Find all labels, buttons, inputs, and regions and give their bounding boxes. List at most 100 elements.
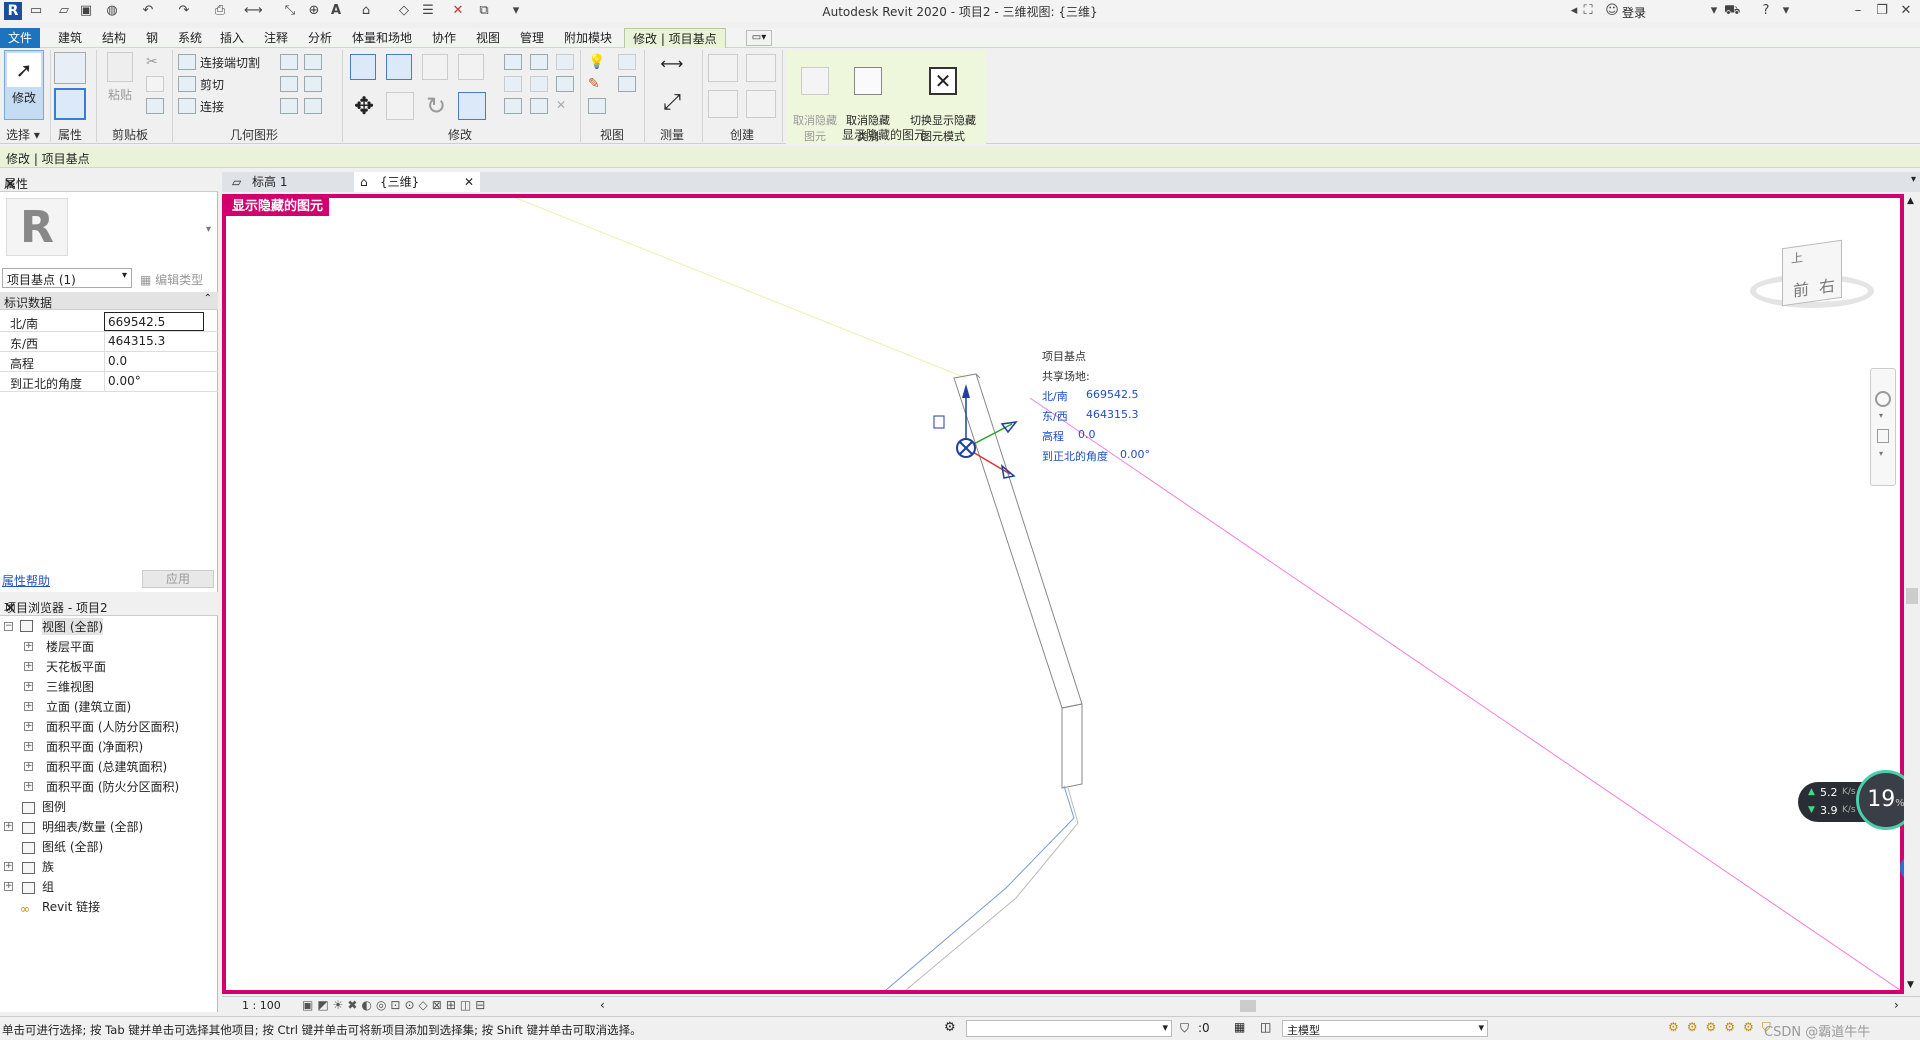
aligned-dimension-icon[interactable]: ⤢ — [652, 88, 692, 118]
tree-expand-icon[interactable]: + — [4, 882, 13, 891]
tab-list-dropdown-icon[interactable]: ▾ — [1911, 174, 1916, 185]
zoom-dropdown-icon[interactable]: ▾ — [1879, 449, 1883, 458]
tree-item-groups[interactable]: 组 — [42, 878, 54, 895]
tab-3d-view[interactable]: ⌂ {三维} ✕ — [354, 172, 480, 192]
array-icon[interactable] — [504, 76, 522, 92]
rotate-icon[interactable]: ↻ — [422, 92, 450, 120]
tree-item-views[interactable]: 视图 (全部) — [42, 618, 104, 635]
drawing-canvas[interactable]: 显示隐藏的图元 项目基点 共享场地: 北/南 669542.5 东/西 4643… — [222, 194, 1920, 994]
move-icon[interactable]: ✥ — [350, 92, 378, 120]
scale-selector[interactable]: 1 : 100 — [242, 999, 281, 1012]
thin-lines-view-icon[interactable] — [618, 76, 636, 92]
split-element-icon[interactable] — [504, 54, 522, 70]
hscroll-right-icon[interactable]: › — [1894, 998, 1899, 1012]
close-window-icon[interactable]: ✕ — [1898, 3, 1914, 19]
restore-icon[interactable]: ❐ — [1874, 3, 1890, 19]
selection-box-icon[interactable] — [588, 98, 606, 114]
cope-icon[interactable] — [178, 54, 196, 70]
tab-annotate[interactable]: 注释 — [256, 28, 296, 48]
tree-collapse-icon[interactable]: − — [4, 622, 13, 631]
join-label[interactable]: 连接 — [200, 98, 224, 115]
login-dropdown-icon[interactable]: ▾ — [1706, 3, 1722, 19]
mirror-draw-icon[interactable] — [458, 54, 484, 80]
annotation-angle-value[interactable]: 0.00° — [1120, 448, 1150, 461]
tree-item-legends[interactable]: 图例 — [42, 798, 66, 815]
tree-expand-icon[interactable]: + — [24, 722, 33, 731]
tree-item-area-fire[interactable]: 面积平面 (防火分区面积) — [46, 778, 179, 795]
tab-modify-project-base-point[interactable]: 修改 | 项目基点 — [624, 28, 726, 48]
pin-icon[interactable] — [556, 76, 574, 92]
tree-item-floor-plans[interactable]: 楼层平面 — [46, 638, 94, 655]
tree-expand-icon[interactable]: + — [4, 822, 13, 831]
tab-level-1[interactable]: ▱ 标高 1 — [226, 172, 352, 192]
trim-extend-icon[interactable] — [458, 92, 486, 120]
viewcube-front[interactable]: 前 — [1793, 275, 1809, 301]
annotation-ns-value[interactable]: 669542.5 — [1086, 388, 1139, 401]
tree-expand-icon[interactable]: + — [24, 762, 33, 771]
properties-help-link[interactable]: 属性帮助 — [2, 572, 50, 589]
connect-cut-label[interactable]: 连接端切割 — [200, 54, 260, 71]
annotation-elev-value[interactable]: 0.0 — [1078, 428, 1096, 441]
create-similar-icon[interactable] — [746, 90, 776, 118]
wheel-dropdown-icon[interactable]: ▾ — [1879, 411, 1883, 420]
selection-option-icons[interactable]: ⚙⚙⚙⚙⚙⛉ — [1668, 1020, 1779, 1035]
scroll-up-icon[interactable]: ▲ — [1907, 196, 1914, 206]
tab-collaborate[interactable]: 协作 — [424, 28, 464, 48]
scale-icon[interactable] — [530, 76, 548, 92]
copy-element-icon[interactable] — [386, 92, 414, 120]
filter-icon[interactable]: ⛉ — [1180, 1021, 1189, 1036]
design-options-icon[interactable]: ◫ — [1260, 1020, 1271, 1034]
paste-button[interactable]: 粘贴 — [104, 52, 136, 116]
linework-icon[interactable]: ✎ — [588, 76, 606, 92]
tab-analyze[interactable]: 分析 — [300, 28, 340, 48]
help-dropdown-icon[interactable]: ▾ — [1778, 3, 1794, 19]
create-parts-icon[interactable] — [746, 54, 776, 82]
steering-wheel-icon[interactable] — [1875, 391, 1891, 407]
tree-item-ceiling-plans[interactable]: 天花板平面 — [46, 658, 106, 675]
tree-expand-icon[interactable]: + — [24, 642, 33, 651]
ribbon-minimize-toggle[interactable]: ▭▾ — [746, 30, 772, 46]
close-tab-icon[interactable]: ✕ — [464, 172, 474, 192]
workset-dropdown[interactable]: ▾ — [966, 1020, 1172, 1037]
measure-between-icon[interactable]: ⟷ — [652, 56, 692, 72]
mirror-axis-icon[interactable] — [422, 54, 448, 80]
tree-expand-icon[interactable]: + — [24, 682, 33, 691]
login-link[interactable]: 登录 — [1622, 4, 1646, 21]
north-south-field[interactable]: 669542.5 — [104, 312, 204, 331]
tree-expand-icon[interactable]: + — [24, 662, 33, 671]
tab-architecture[interactable]: 建筑 — [50, 28, 90, 48]
section-header[interactable]: 标识数据 ⌃ — [0, 292, 218, 310]
vertical-scrollbar[interactable]: ▲ ▼ — [1904, 194, 1920, 994]
design-option-dropdown[interactable]: 主模型 ▾ — [1282, 1020, 1488, 1037]
binoculars-icon[interactable]: ⛶ — [1580, 3, 1596, 19]
properties-toggle-icon[interactable] — [54, 88, 86, 120]
tree-expand-icon[interactable]: + — [24, 782, 33, 791]
split-face-icon[interactable] — [304, 54, 322, 70]
scroll-thumb[interactable] — [1906, 588, 1918, 604]
viewcube-right[interactable]: 右 — [1819, 272, 1835, 298]
tree-item-families[interactable]: 族 — [42, 858, 54, 875]
tab-structure[interactable]: 结构 — [94, 28, 134, 48]
trim-multiple-icon[interactable] — [504, 98, 522, 114]
remove-paint-icon[interactable] — [280, 98, 298, 114]
tree-item-sheets[interactable]: 图纸 (全部) — [42, 838, 103, 855]
tab-addins[interactable]: 附加模块 — [556, 28, 620, 48]
editable-only-icon[interactable]: ▦ — [1234, 1020, 1245, 1034]
paint-icon[interactable] — [304, 76, 322, 92]
close-icon[interactable]: ✕ — [4, 599, 214, 617]
annotation-ew-value[interactable]: 464315.3 — [1086, 408, 1139, 421]
cart-icon[interactable]: ⛟ — [1724, 3, 1740, 19]
override-graphics-icon[interactable] — [618, 54, 636, 70]
tree-expand-icon[interactable]: + — [4, 862, 13, 871]
tree-item-revit-links[interactable]: Revit 链接 — [42, 898, 100, 915]
wall-joins-icon[interactable] — [280, 54, 298, 70]
tab-file[interactable]: 文件 — [0, 28, 41, 48]
offset-icon[interactable] — [386, 54, 412, 80]
tab-view[interactable]: 视图 — [468, 28, 508, 48]
unpin-icon[interactable] — [556, 54, 574, 70]
hammer-icon[interactable] — [304, 98, 322, 114]
copy-icon[interactable] — [146, 76, 164, 92]
create-group-icon[interactable] — [708, 90, 738, 118]
modify-button[interactable]: ➚ 修改 — [4, 50, 44, 120]
tree-item-schedules[interactable]: 明细表/数量 (全部) — [42, 818, 143, 835]
